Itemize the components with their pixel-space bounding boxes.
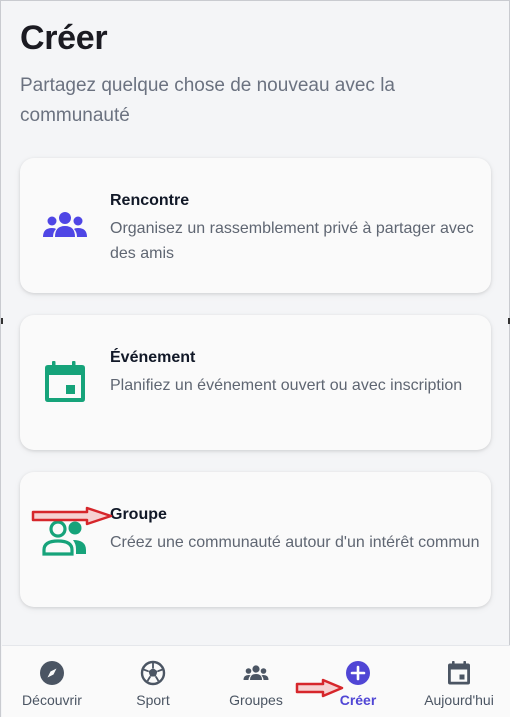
create-meetup-card[interactable]: Rencontre Organisez un rassemblement pri… bbox=[20, 158, 491, 293]
card-description: Organisez un rassemblement privé à parta… bbox=[110, 220, 474, 262]
create-event-card[interactable]: Événement Planifiez un événement ouvert … bbox=[20, 315, 491, 450]
calendar-icon bbox=[446, 660, 472, 686]
page-subtitle: Partagez quelque chose de nouveau avec l… bbox=[20, 75, 395, 126]
groups-icon bbox=[243, 660, 269, 686]
page-title: Créer bbox=[20, 19, 108, 57]
app-screen: Créer Partagez quelque chose de nouveau … bbox=[0, 0, 510, 717]
group-icon bbox=[40, 202, 90, 248]
card-description: Créez une communauté autour d'un intérêt… bbox=[110, 534, 480, 551]
nav-item-sport[interactable]: Sport bbox=[102, 646, 204, 717]
compass-icon bbox=[39, 660, 65, 686]
card-title: Groupe bbox=[110, 506, 167, 523]
card-title: Événement bbox=[110, 349, 196, 366]
nav-label: Aujourd'hui bbox=[424, 692, 494, 708]
annotation-arrow-icon bbox=[295, 678, 344, 698]
calendar-icon bbox=[40, 359, 90, 405]
edge-marker bbox=[1, 318, 3, 324]
nav-item-discover[interactable]: Découvrir bbox=[2, 646, 102, 717]
create-group-card[interactable]: Groupe Créez une communauté autour d'un … bbox=[20, 472, 491, 607]
bottom-nav: Découvrir Sport Groupes Créer Aujourd'hu… bbox=[2, 645, 510, 717]
nav-item-groups[interactable]: Groupes bbox=[204, 646, 308, 717]
card-description: Planifiez un événement ouvert ou avec in… bbox=[110, 377, 463, 394]
card-title: Rencontre bbox=[110, 192, 190, 209]
nav-item-today[interactable]: Aujourd'hui bbox=[408, 646, 510, 717]
annotation-arrow-icon bbox=[31, 506, 113, 526]
nav-label: Sport bbox=[136, 692, 170, 708]
nav-label: Groupes bbox=[229, 692, 283, 708]
nav-label: Découvrir bbox=[22, 692, 82, 708]
ball-icon bbox=[140, 660, 166, 686]
plus-circle-icon bbox=[345, 660, 371, 686]
